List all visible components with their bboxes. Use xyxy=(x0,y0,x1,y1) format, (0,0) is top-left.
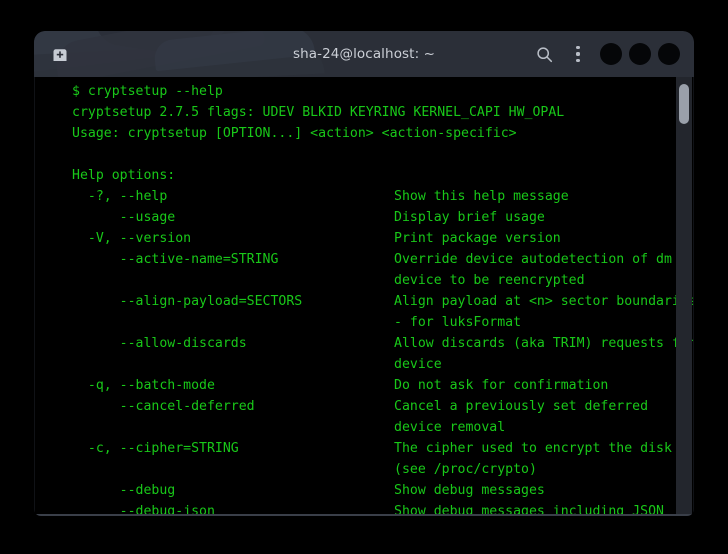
terminal-output: $ cryptsetup --helpcryptsetup 2.7.5 flag… xyxy=(38,81,693,516)
terminal-line: --active-name=STRING Override device auto… xyxy=(38,249,693,270)
terminal-option-description: Show this help message xyxy=(394,186,569,207)
terminal-line xyxy=(38,144,693,165)
terminal-option-description: device to be reencrypted xyxy=(394,270,585,291)
terminal-option-description: Show debug messages xyxy=(394,480,545,501)
terminal-scrollbar[interactable] xyxy=(676,77,692,514)
terminal-line-text: Help options: xyxy=(72,165,175,186)
terminal-line: (see /proc/crypto) xyxy=(38,459,693,480)
terminal-option-description: Print package version xyxy=(394,228,561,249)
terminal-option-name: --allow-discards xyxy=(72,333,247,354)
kebab-menu-icon[interactable] xyxy=(561,37,595,71)
terminal-option-name: -?, --help xyxy=(72,186,167,207)
terminal-line-text: cryptsetup 2.7.5 flags: UDEV BLKID KEYRI… xyxy=(72,102,564,123)
terminal-option-description: Cancel a previously set deferred xyxy=(394,396,648,417)
desktop-canvas: sha-24@localhost: ~ $ cryptsetup --helpc… xyxy=(0,0,728,554)
terminal-line: --allow-discards Allow discards (aka TRIM… xyxy=(38,333,693,354)
terminal-option-description: Display brief usage xyxy=(394,207,545,228)
search-icon[interactable] xyxy=(527,37,561,71)
terminal-line: --cancel-deferred Cancel a previously set… xyxy=(38,396,693,417)
terminal-line: Help options: xyxy=(38,165,693,186)
terminal-option-name: --usage xyxy=(72,207,175,228)
maximize-button[interactable] xyxy=(627,41,653,67)
terminal-line: --align-payload=SECTORS Align payload at … xyxy=(38,291,693,312)
titlebar-wallpaper-texture xyxy=(153,31,315,71)
terminal-line: --usage Display brief usage xyxy=(38,207,693,228)
terminal-line: device to be reencrypted xyxy=(38,270,693,291)
terminal-option-name: -V, --version xyxy=(72,228,191,249)
terminal-line: --debug-json Show debug messages includin… xyxy=(38,501,693,516)
terminal-line: -?, --help Show this help message xyxy=(38,186,693,207)
terminal-option-description: Do not ask for confirmation xyxy=(394,375,608,396)
terminal-option-name: --cancel-deferred xyxy=(72,396,255,417)
terminal-line: cryptsetup 2.7.5 flags: UDEV BLKID KEYRI… xyxy=(38,102,693,123)
terminal-option-description: Allow discards (aka TRIM) requests for xyxy=(394,333,694,354)
terminal-line: device xyxy=(38,354,693,375)
terminal-option-description: device xyxy=(394,354,442,375)
terminal-option-name: --active-name=STRING xyxy=(72,249,278,270)
terminal-option-description: Align payload at <n> sector boundaries xyxy=(394,291,694,312)
close-button[interactable] xyxy=(656,41,682,67)
window-titlebar[interactable]: sha-24@localhost: ~ xyxy=(34,31,694,77)
terminal-option-description: Override device autodetection of dm xyxy=(394,249,672,270)
terminal-option-description: The cipher used to encrypt the disk xyxy=(394,438,672,459)
terminal-option-description: - for luksFormat xyxy=(394,312,521,333)
terminal-line: -c, --cipher=STRING The cipher used to en… xyxy=(38,438,693,459)
terminal-option-name: --debug xyxy=(72,480,175,501)
terminal-option-name: -q, --batch-mode xyxy=(72,375,215,396)
titlebar-wallpaper-texture xyxy=(92,31,217,60)
terminal-line: $ cryptsetup --help xyxy=(38,81,693,102)
terminal-line-text: Usage: cryptsetup [OPTION...] <action> <… xyxy=(72,123,517,144)
terminal-body[interactable]: $ cryptsetup --helpcryptsetup 2.7.5 flag… xyxy=(34,77,694,516)
terminal-option-description: device removal xyxy=(394,417,505,438)
terminal-option-description: Show debug messages including JSON xyxy=(394,501,664,516)
terminal-line: device removal xyxy=(38,417,693,438)
terminal-option-name: --align-payload=SECTORS xyxy=(72,291,302,312)
terminal-line: -q, --batch-mode Do not ask for confirmat… xyxy=(38,375,693,396)
titlebar-wallpaper-texture xyxy=(52,31,266,77)
terminal-window: sha-24@localhost: ~ $ cryptsetup --helpc… xyxy=(34,31,694,516)
scrollbar-thumb[interactable] xyxy=(679,84,689,124)
terminal-line: --debug Show debug messages xyxy=(38,480,693,501)
terminal-line: - for luksFormat xyxy=(38,312,693,333)
terminal-line-text: $ cryptsetup --help xyxy=(72,81,223,102)
titlebar-wallpaper-texture xyxy=(34,39,325,77)
terminal-option-name: --debug-json xyxy=(72,501,215,516)
terminal-option-description: (see /proc/crypto) xyxy=(394,459,537,480)
terminal-option-name: -c, --cipher=STRING xyxy=(72,438,239,459)
terminal-line: -V, --version Print package version xyxy=(38,228,693,249)
new-tab-plus-icon[interactable] xyxy=(50,44,70,64)
minimize-button[interactable] xyxy=(598,41,624,67)
terminal-line: Usage: cryptsetup [OPTION...] <action> <… xyxy=(38,123,693,144)
titlebar-actions xyxy=(527,31,682,77)
